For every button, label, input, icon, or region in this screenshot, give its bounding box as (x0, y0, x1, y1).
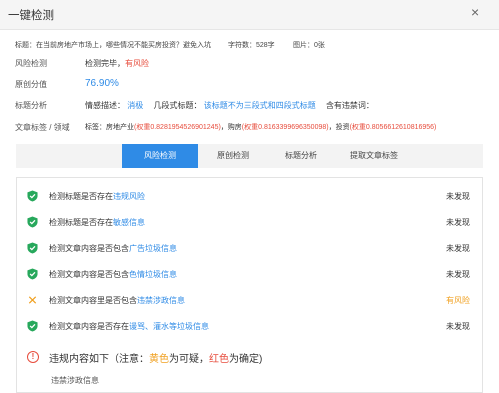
check-result: 未发现 (446, 322, 470, 331)
check-row: 检测文章内容是否存在谩骂、灌水等垃圾信息 未发现 (17, 313, 482, 339)
check-link[interactable]: 违规风险 (113, 192, 145, 201)
warning-cross-icon (28, 296, 37, 304)
check-text: 检测文章内容里是否包含违禁涉政信息 (49, 296, 185, 305)
emotion-label: 情感描述： (85, 101, 125, 110)
tags-prefix: 标签： (85, 124, 106, 131)
check-result: 未发现 (446, 244, 470, 253)
risk-results-panel: 检测标题是否存在违规风险 未发现 检测标题是否存在敏感信息 未发现 检测文章内容… (16, 177, 483, 393)
dialog-title: 一键检测 (8, 10, 54, 22)
risk-value-prefix: 检测完毕， (85, 59, 125, 68)
tag-name: 购房 (227, 124, 242, 131)
check-text: 检测文章内容是否包含色情垃圾信息 (49, 270, 177, 279)
alert-circle-icon: ! (27, 351, 39, 363)
shield-check-icon (27, 242, 38, 254)
title-analysis-value: 情感描述： 消极 几段式标题： 该标题不为三段式和四段式标题 含有违禁词： (85, 100, 374, 111)
originality-label: 原创分值 (15, 80, 47, 89)
risk-value: 检测完毕，有风险 (85, 58, 149, 69)
check-link[interactable]: 违禁涉政信息 (137, 296, 185, 305)
image-count: 图片：0张 (293, 42, 325, 49)
tag-name: 投资 (335, 124, 350, 131)
shield-check-icon (27, 268, 38, 280)
banned-words-label: 含有违禁词： (325, 101, 374, 110)
check-text: 检测标题是否存在违规风险 (49, 192, 145, 201)
tag-weight: (权重0.8281954526901245) (134, 124, 221, 131)
check-link[interactable]: 敏感信息 (113, 218, 145, 227)
tab-risk-check[interactable]: 风险检测 (122, 144, 198, 168)
tag-weight: (权重0.8056612610816956) (349, 124, 437, 131)
tab-extract-tags[interactable]: 提取文章标签 (336, 144, 412, 168)
violation-summary-title: 违规内容如下（注意：黄色为可疑，红色为确定) (49, 354, 263, 365)
check-link[interactable]: 广告垃圾信息 (129, 244, 177, 253)
emotion-value: 消极 (127, 101, 144, 110)
check-text: 检测文章内容是否包含广告垃圾信息 (49, 244, 177, 253)
check-text: 检测标题是否存在敏感信息 (49, 218, 145, 227)
check-row: 检测标题是否存在违规风险 未发现 (17, 183, 482, 209)
tag-weight: (权重0.8163399696350098) (241, 124, 329, 131)
structure-value: 该标题不为三段式和四段式标题 (203, 101, 316, 110)
tag-name: 房地产业 (106, 124, 134, 131)
check-result: 未发现 (446, 192, 470, 201)
check-link[interactable]: 色情垃圾信息 (129, 270, 177, 279)
originality-score: 76.90% (85, 78, 119, 89)
shield-check-icon (27, 216, 38, 228)
check-result: 未发现 (446, 270, 470, 279)
check-result: 有风险 (446, 296, 470, 305)
close-icon[interactable]: × (471, 5, 479, 19)
structure-label: 几段式标题： (153, 101, 202, 110)
risk-label: 风险检测 (15, 59, 47, 68)
check-link[interactable]: 谩骂、灌水等垃圾信息 (129, 322, 209, 331)
title-analysis-label: 标题分析 (15, 101, 47, 110)
word-count: 字符数：528字 (228, 42, 275, 49)
check-row: 检测文章内容是否包含色情垃圾信息 未发现 (17, 261, 482, 287)
check-row: 检测文章内容是否包含广告垃圾信息 未发现 (17, 235, 482, 261)
check-row: 检测文章内容里是否包含违禁涉政信息 有风险 (17, 287, 482, 313)
dialog-header: 一键检测 × (0, 0, 499, 30)
tags-label: 文章标签 / 领域 (15, 123, 70, 132)
risk-flag: 有风险 (125, 59, 149, 68)
check-result: 未发现 (446, 218, 470, 227)
shield-check-icon (27, 190, 38, 202)
tag-separator: ， (328, 124, 336, 131)
tag-separator: ， (220, 124, 228, 131)
tab-originality[interactable]: 原创检测 (200, 144, 266, 168)
check-text: 检测文章内容是否存在谩骂、灌水等垃圾信息 (49, 322, 209, 331)
shield-check-icon (27, 320, 38, 332)
article-title-text: 标题：在当前房地产市场上，哪些情况不能买房投资？避免入坑 (15, 42, 211, 49)
tags-value: 标签：房地产业(权重0.8281954526901245)，购房(权重0.816… (85, 122, 436, 132)
result-tabs: 风险检测 原创检测 标题分析 提取文章标签 (16, 144, 483, 168)
violation-item: 违禁涉政信息 (51, 376, 99, 385)
check-row: 检测标题是否存在敏感信息 未发现 (17, 209, 482, 235)
tab-title-analysis[interactable]: 标题分析 (268, 144, 334, 168)
